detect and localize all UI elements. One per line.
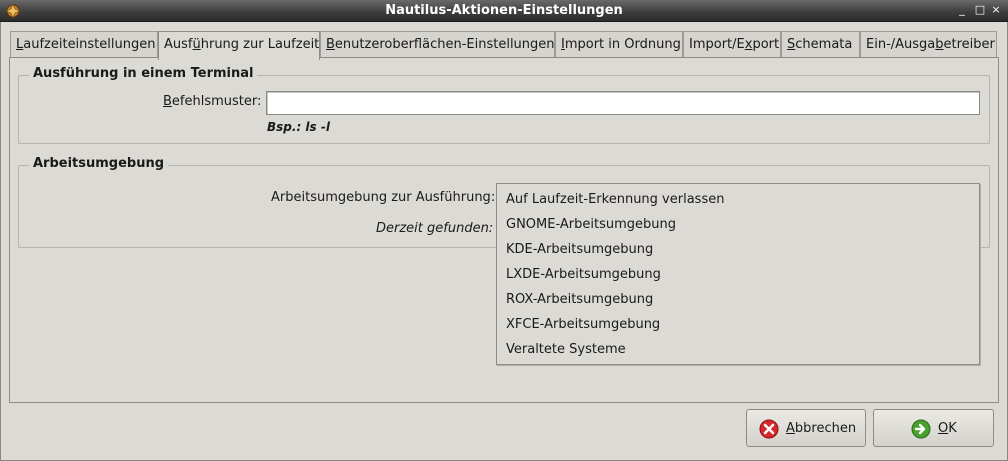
title-bar[interactable]: Nautilus-Aktionen-Einstellungen _ □ × xyxy=(0,0,1008,22)
command-pattern-hint: Bsp.: ls -l xyxy=(267,120,330,134)
found-label: Derzeit gefunden: xyxy=(376,221,494,236)
desktop-env-dropdown-list[interactable]: Auf Laufzeit-Erkennung verlassen GNOME-A… xyxy=(496,183,980,365)
terminal-group-title: Ausführung in einem Terminal xyxy=(29,66,258,81)
tab-ui-settings[interactable]: Benutzeroberflächen-Einstellungen xyxy=(320,31,555,58)
cancel-icon xyxy=(759,419,779,439)
tab-import-order[interactable]: Import in Ordnung xyxy=(555,31,683,58)
list-item[interactable]: GNOME-Arbeitsumgebung xyxy=(497,212,979,237)
list-item[interactable]: KDE-Arbeitsumgebung xyxy=(497,237,979,262)
window-title: Nautilus-Aktionen-Einstellungen xyxy=(385,3,623,18)
list-item[interactable]: Veraltete Systeme xyxy=(497,337,979,362)
minimize-button[interactable]: _ xyxy=(955,3,969,17)
list-item[interactable]: LXDE-Arbeitsumgebung xyxy=(497,262,979,287)
tab-runtime-execution[interactable]: Ausführung zur Laufzeit xyxy=(158,31,320,60)
list-item[interactable]: Auf Laufzeit-Erkennung verlassen xyxy=(497,187,979,212)
command-pattern-label: Befehlsmuster: xyxy=(163,94,262,109)
close-button[interactable]: × xyxy=(989,3,1003,17)
ok-icon xyxy=(911,419,931,439)
command-pattern-input[interactable] xyxy=(266,91,980,115)
tab-import-export[interactable]: Import/Export xyxy=(683,31,781,58)
list-item[interactable]: XFCE-Arbeitsumgebung xyxy=(497,312,979,337)
tab-io-providers[interactable]: Ein-/Ausgabetreiber xyxy=(860,31,997,58)
ok-button[interactable]: OK xyxy=(873,409,994,447)
desktop-env-label: Arbeitsumgebung zur Ausführung: xyxy=(271,190,496,205)
list-item[interactable]: ROX-Arbeitsumgebung xyxy=(497,287,979,312)
maximize-button[interactable]: □ xyxy=(973,3,987,17)
ok-button-label: OK xyxy=(938,421,957,436)
desktop-group-title: Arbeitsumgebung xyxy=(29,156,169,171)
tab-runtime-settings[interactable]: Laufzeiteinstellungen xyxy=(10,31,158,58)
cancel-button[interactable]: Abbrechen xyxy=(746,409,866,447)
cancel-button-label: Abbrechen xyxy=(786,421,857,436)
tab-schemes[interactable]: Schemata xyxy=(781,31,860,58)
